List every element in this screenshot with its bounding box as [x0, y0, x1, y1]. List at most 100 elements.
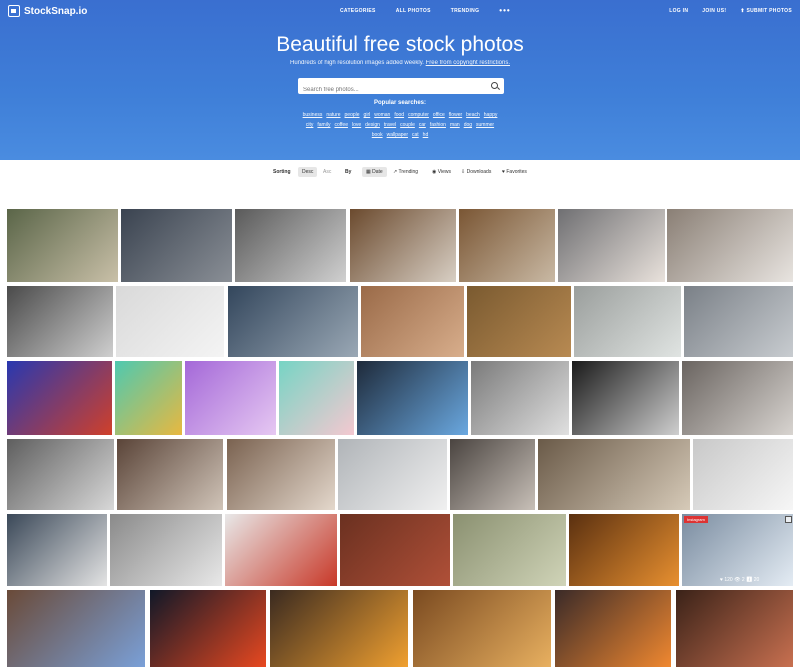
photo-pier-sunset[interactable] — [555, 590, 671, 667]
popular-tag[interactable]: dog — [464, 122, 472, 128]
popular-tag[interactable]: food — [394, 112, 404, 118]
login-link[interactable]: LOG IN — [669, 8, 688, 14]
popular-tag[interactable]: cat — [412, 132, 419, 138]
hero-banner: StockSnap.io CATEGORIES ALL PHOTOS TREND… — [0, 0, 800, 160]
photo-spiral-staircase[interactable] — [682, 514, 793, 586]
photo-mountain-clouds[interactable] — [228, 286, 358, 357]
sort-downloads-button[interactable]: ⇩ Downloads — [461, 169, 491, 175]
photo-teeth-toy-blue[interactable] — [7, 361, 112, 435]
photo-desert-dunes[interactable] — [361, 286, 464, 357]
copyright-link[interactable]: Free from copyright restrictions. — [426, 60, 510, 66]
photo-hands-laptop[interactable] — [558, 209, 665, 282]
sort-asc-button[interactable]: Asc — [323, 169, 331, 175]
photo-coffee-white-wood[interactable] — [116, 286, 224, 357]
search-icon[interactable] — [491, 82, 498, 89]
photo-woman-window-bw[interactable] — [7, 439, 114, 510]
popular-tag[interactable]: woman — [374, 112, 390, 118]
photo-strawberries-brick[interactable] — [340, 514, 450, 586]
submit-photos-label: SUBMIT PHOTOS — [746, 8, 792, 14]
popular-tag[interactable]: girl — [364, 112, 371, 118]
popular-tag[interactable]: car — [419, 122, 426, 128]
popular-tag[interactable]: design — [365, 122, 380, 128]
photo-desk-tablet-bw[interactable] — [235, 209, 346, 282]
photo-night-light-trails[interactable] — [150, 590, 266, 667]
popular-tag[interactable]: happy — [484, 112, 498, 118]
popular-tag[interactable]: computer — [408, 112, 429, 118]
photo-woman-vr-headset[interactable] — [450, 439, 535, 510]
search-bar — [298, 78, 504, 98]
photo-team-meeting-table[interactable] — [667, 209, 793, 282]
nav-trending[interactable]: TRENDING — [451, 8, 480, 14]
popular-tag[interactable]: book — [372, 132, 383, 138]
popular-tag[interactable]: business — [303, 112, 323, 118]
photo-music-sheet[interactable] — [110, 514, 222, 586]
photo-pen-paper-laptop[interactable] — [338, 439, 447, 510]
photo-woman-presenting[interactable] — [574, 286, 681, 357]
popular-tag[interactable]: nature — [326, 112, 340, 118]
photo-sand-shells[interactable] — [467, 286, 571, 357]
photo-typing-laptop-bw[interactable] — [7, 286, 113, 357]
popular-tag[interactable]: city — [306, 122, 314, 128]
popular-tag[interactable]: love — [352, 122, 361, 128]
popular-tag[interactable]: flower — [449, 112, 462, 118]
sort-by-label: By — [345, 169, 352, 175]
sort-trending-label: Trending — [398, 169, 419, 175]
popular-tag[interactable]: couple — [400, 122, 415, 128]
search-input[interactable] — [298, 82, 478, 98]
photo-shirt-glasses[interactable] — [7, 514, 107, 586]
popular-tag[interactable]: travel — [384, 122, 396, 128]
photo-laptop-wood-desk[interactable] — [350, 209, 456, 282]
photo-desk-laptop-coffee[interactable] — [459, 209, 555, 282]
photo-donut-cake-teal[interactable] — [279, 361, 354, 435]
popular-tag[interactable]: office — [433, 112, 445, 118]
popular-tag[interactable]: fashion — [430, 122, 446, 128]
photo-woman-laptop-office[interactable] — [121, 209, 232, 282]
photo-people-standing[interactable] — [682, 361, 793, 435]
popular-tags-row-2: city family coffee love design travel couple ca… — [0, 122, 800, 128]
photo-team-desk-above[interactable] — [538, 439, 690, 510]
popular-tag[interactable]: hd — [423, 132, 429, 138]
photo-forest-sunlight[interactable] — [569, 514, 679, 586]
top-nav: CATEGORIES ALL PHOTOS TRENDING ••• — [340, 7, 511, 15]
photo-purple-smoke[interactable] — [185, 361, 276, 435]
popular-tag[interactable]: beach — [466, 112, 480, 118]
photo-blue-flower-dark[interactable] — [357, 361, 468, 435]
submit-photos-link[interactable]: ⬆ SUBMIT PHOTOS — [740, 8, 792, 14]
popular-tag[interactable]: wallpaper — [387, 132, 408, 138]
photo-forest-path-glow[interactable] — [676, 590, 793, 667]
sort-desc-button[interactable]: Desc — [298, 167, 318, 177]
nav-all-photos[interactable]: ALL PHOTOS — [396, 8, 431, 14]
photo-office-meeting-room[interactable] — [684, 286, 793, 357]
photo-women-talking[interactable] — [227, 439, 335, 510]
photo-tree-silhouette-sunset[interactable] — [413, 590, 551, 667]
photo-sunset-sea[interactable] — [270, 590, 408, 667]
more-menu-icon[interactable]: ••• — [499, 7, 510, 15]
sorting-label: Sorting — [273, 169, 291, 175]
photo-lightbulb-teal[interactable] — [115, 361, 182, 435]
join-link[interactable]: JOIN US! — [702, 8, 726, 14]
sort-views-button[interactable]: ◉ Views — [432, 169, 451, 175]
photo-women-walking[interactable] — [7, 209, 118, 282]
photo-stats: ♥ 120 👁 2 ⬇ 20 — [720, 577, 760, 583]
popular-tag[interactable]: summer — [476, 122, 494, 128]
photo-chess-pieces[interactable] — [471, 361, 569, 435]
sort-favorites-button[interactable]: ♥ Favorites — [502, 169, 527, 175]
expand-icon[interactable] — [785, 516, 792, 523]
photo-sunglasses-table[interactable] — [453, 514, 566, 586]
photo-desert-road[interactable] — [7, 590, 145, 667]
popular-tag[interactable]: man — [450, 122, 460, 128]
photo-heart-hands-sunset[interactable] — [572, 361, 679, 435]
photo-strawberries[interactable] — [225, 514, 337, 586]
sort-date-button[interactable]: ▦ Date — [362, 167, 387, 177]
popular-tag[interactable]: family — [317, 122, 330, 128]
nav-categories[interactable]: CATEGORIES — [340, 8, 376, 14]
logo[interactable]: StockSnap.io — [8, 5, 87, 17]
photo-woman-coffee-cafe[interactable] — [117, 439, 223, 510]
sort-trending-button[interactable]: ↗ Trending — [393, 169, 418, 175]
popular-tag[interactable]: coffee — [334, 122, 348, 128]
photo-woman-paper[interactable] — [693, 439, 793, 510]
sort-bar: Sorting Desc Asc By ▦ Date ↗ Trending ◉ … — [0, 166, 800, 182]
popular-searches-title: Popular searches: — [373, 100, 427, 106]
popular-tag[interactable]: people — [345, 112, 360, 118]
sort-date-label: Date — [372, 169, 383, 175]
